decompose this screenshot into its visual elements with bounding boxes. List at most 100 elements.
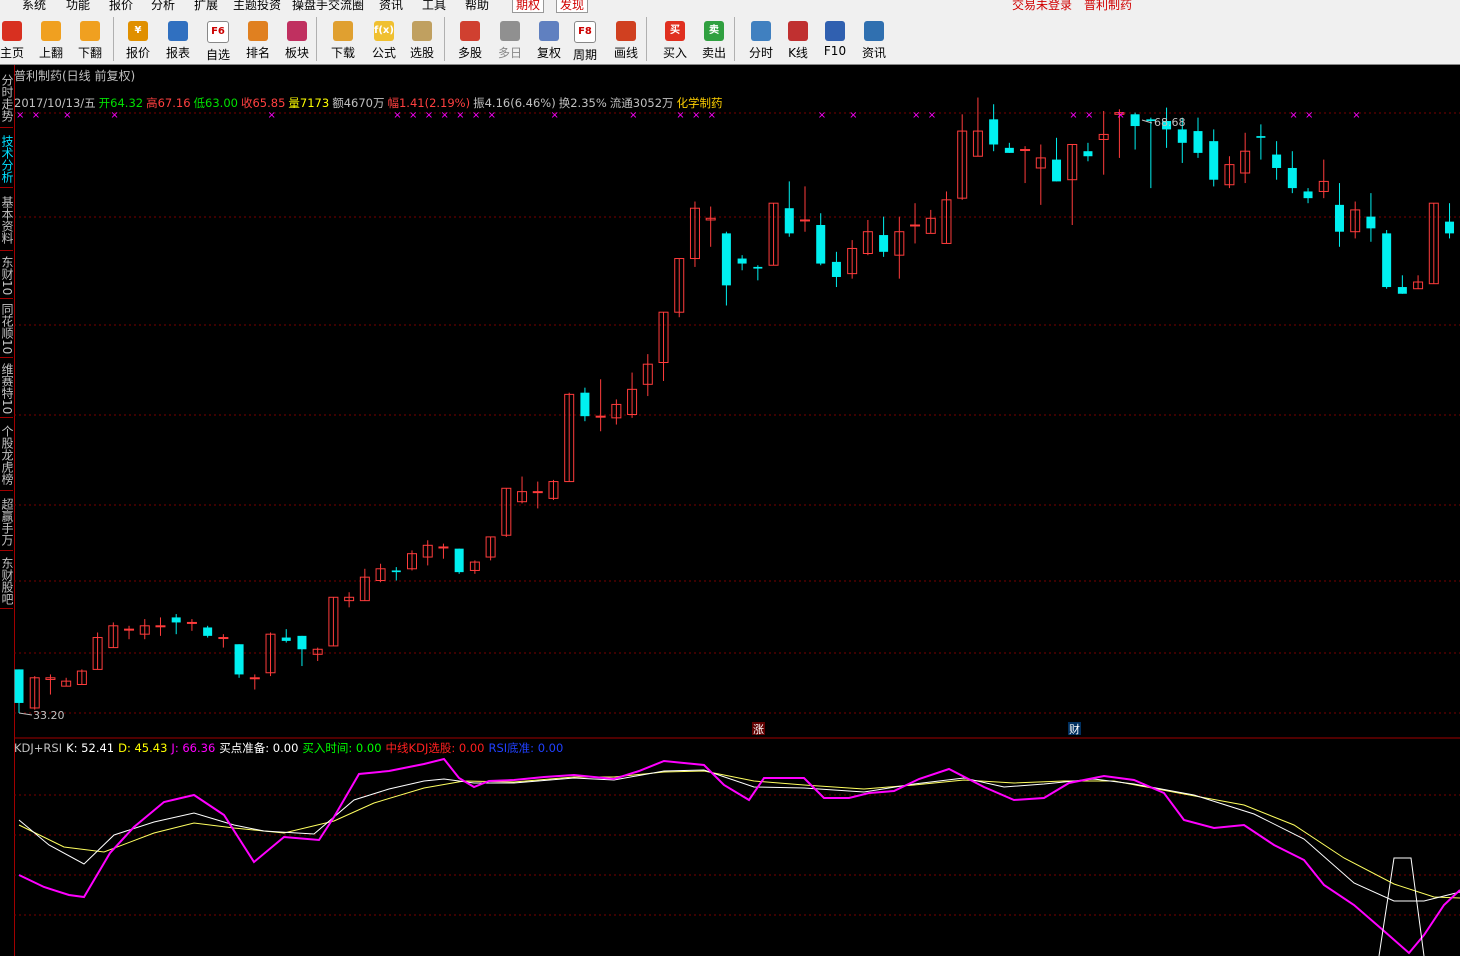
toolbar-button-19[interactable]: K线	[778, 21, 818, 63]
menu-item-0[interactable]: 系统	[22, 0, 46, 12]
left-tab-2[interactable]: 基本资料	[0, 190, 13, 251]
candle-body-down	[1193, 131, 1203, 153]
toolbar-button-17[interactable]: 卖卖出	[694, 21, 734, 63]
info-field-7: 幅1.41(2.19%)	[387, 96, 471, 110]
candle-body-down	[297, 635, 307, 650]
info-field-4: 收65.85	[240, 96, 286, 110]
left-tab-8[interactable]: 东财股吧	[0, 553, 13, 609]
menu-item-1[interactable]: 功能	[66, 0, 90, 12]
candle-body-down	[1366, 216, 1376, 229]
menu-item-9[interactable]: 帮助	[465, 0, 489, 12]
toolbar-separator	[646, 17, 647, 61]
kdj-field-1: K: 52.41	[66, 741, 115, 755]
candle-body-up	[155, 625, 166, 628]
candle-body-down	[203, 627, 213, 636]
toolbar-label: 资讯	[861, 46, 886, 60]
ranking-icon	[248, 21, 268, 41]
formula-icon: f(x)	[374, 21, 394, 41]
toolbar-label: 板块	[284, 46, 309, 60]
menu-item-5[interactable]: 主题投资	[233, 0, 281, 12]
toolbar-button-3[interactable]: ¥ 报价	[118, 21, 158, 63]
menu-item-4[interactable]: 扩展	[194, 0, 218, 12]
chart-area[interactable]: × × × × × × × × × × × × × × × × × × × × × × × × × × × 68.68 33.20 涨财 …	[14, 65, 1460, 956]
toolbar-label: K线	[788, 46, 808, 60]
candle-body-down	[14, 669, 24, 703]
candle-body-down	[721, 233, 731, 286]
menu-item-7[interactable]: 资讯	[379, 0, 403, 12]
left-tab-5[interactable]: 维赛特10	[0, 360, 13, 418]
toolbar-button-13[interactable]: 复权	[529, 21, 569, 63]
menu-item-3[interactable]: 分析	[151, 0, 175, 12]
left-tab-1[interactable]: 技术分析	[0, 131, 13, 188]
toolbar-button-1[interactable]: 上翻	[31, 21, 71, 63]
left-tab-7[interactable]: 超赢手万	[0, 493, 13, 551]
toolbar-label: 多日	[497, 46, 522, 60]
candle-body-up	[438, 546, 449, 549]
signal-marker: ×	[425, 110, 433, 121]
signal-marker: ×	[676, 110, 684, 121]
toolbar-button-4[interactable]: 报表	[158, 21, 198, 63]
left-tab-3[interactable]: 东财10	[0, 253, 13, 299]
toolbar-button-16[interactable]: 买买入	[655, 21, 695, 63]
toolbar-button-0[interactable]: 主页	[0, 21, 32, 63]
kline-chart[interactable]: × × × × × × × × × × × × × × × × × × × × × × × × × × × 68.68 33.20 涨 财	[14, 65, 1460, 956]
signal-marker: ×	[1085, 110, 1093, 121]
menu-highlight-1[interactable]: 发现	[556, 0, 589, 13]
toolbar-button-5[interactable]: F6 自选	[198, 21, 238, 63]
candle-body-down	[816, 224, 826, 264]
candle-body-down	[1287, 167, 1297, 189]
candle-body-down	[1209, 141, 1219, 180]
buy-icon: 买	[665, 21, 685, 41]
f10-icon	[825, 21, 845, 41]
info-field-5: 量7173	[288, 96, 330, 110]
menu-item-2[interactable]: 报价	[109, 0, 133, 12]
signal-marker: ×	[16, 110, 24, 121]
blocks-icon	[287, 21, 307, 41]
candle-body-down	[879, 235, 889, 252]
zhang-marker: 涨	[753, 723, 764, 736]
toolbar-button-11[interactable]: 多股	[450, 21, 490, 63]
left-tab-4[interactable]: 同花顺10	[0, 301, 13, 358]
toolbar-button-2[interactable]: 下翻	[70, 21, 110, 63]
toolbar-button-9[interactable]: f(x) 公式	[364, 21, 404, 63]
toolbar-label: 卖出	[701, 46, 726, 60]
toolbar-button-8[interactable]: 下载	[323, 21, 363, 63]
toolbar-label: 复权	[536, 46, 561, 60]
candle-body-up	[1020, 149, 1031, 152]
toolbar-label: 上翻	[38, 46, 63, 60]
login-status[interactable]: 交易未登录	[1012, 0, 1072, 12]
info-field-9: 换2.35%	[558, 96, 607, 110]
toolbar-button-6[interactable]: 排名	[238, 21, 278, 63]
pen-icon	[616, 21, 636, 41]
kdj-field-4: 买点准备: 0.00	[219, 741, 299, 755]
toolbar-button-12[interactable]: 多日	[490, 21, 530, 63]
toolbar-label: 下载	[330, 46, 355, 60]
toolbar-button-21[interactable]: 资讯	[854, 21, 894, 63]
toolbar-label: 多股	[457, 46, 482, 60]
toolbar-label: 买入	[662, 46, 687, 60]
menu-item-8[interactable]: 工具	[422, 0, 446, 12]
toolbar-button-20[interactable]: F10	[815, 21, 855, 63]
left-tab-0[interactable]: 分时走势	[0, 69, 13, 128]
signal-marker: ×	[456, 110, 464, 121]
candle-body-down	[737, 258, 747, 264]
candle-body-down	[1272, 154, 1282, 168]
toolbar-button-7[interactable]: 板块	[277, 21, 317, 63]
toolbar-button-15[interactable]: 画线	[606, 21, 646, 63]
kdj-field-0: KDJ+RSI	[14, 741, 63, 755]
toolbar-button-10[interactable]: 选股	[402, 21, 442, 63]
candle-body-up	[595, 415, 606, 418]
news-icon	[864, 21, 884, 41]
candle-body-up	[800, 219, 810, 222]
multi-stock-icon	[460, 21, 480, 41]
toolbar-button-14[interactable]: F8 周期	[565, 21, 605, 63]
signal-marker: ×	[472, 110, 480, 121]
candle-body-down	[784, 208, 794, 234]
menu-item-6[interactable]: 操盘手交流圈	[292, 0, 364, 12]
menu-highlight-0[interactable]: 期权	[512, 0, 545, 13]
signal-marker: ×	[393, 110, 401, 121]
clock-icon	[500, 21, 520, 41]
restore-rights-icon	[539, 21, 559, 41]
left-tab-6[interactable]: 个股龙虎榜	[0, 420, 13, 491]
toolbar-button-18[interactable]: 分时	[741, 21, 781, 63]
